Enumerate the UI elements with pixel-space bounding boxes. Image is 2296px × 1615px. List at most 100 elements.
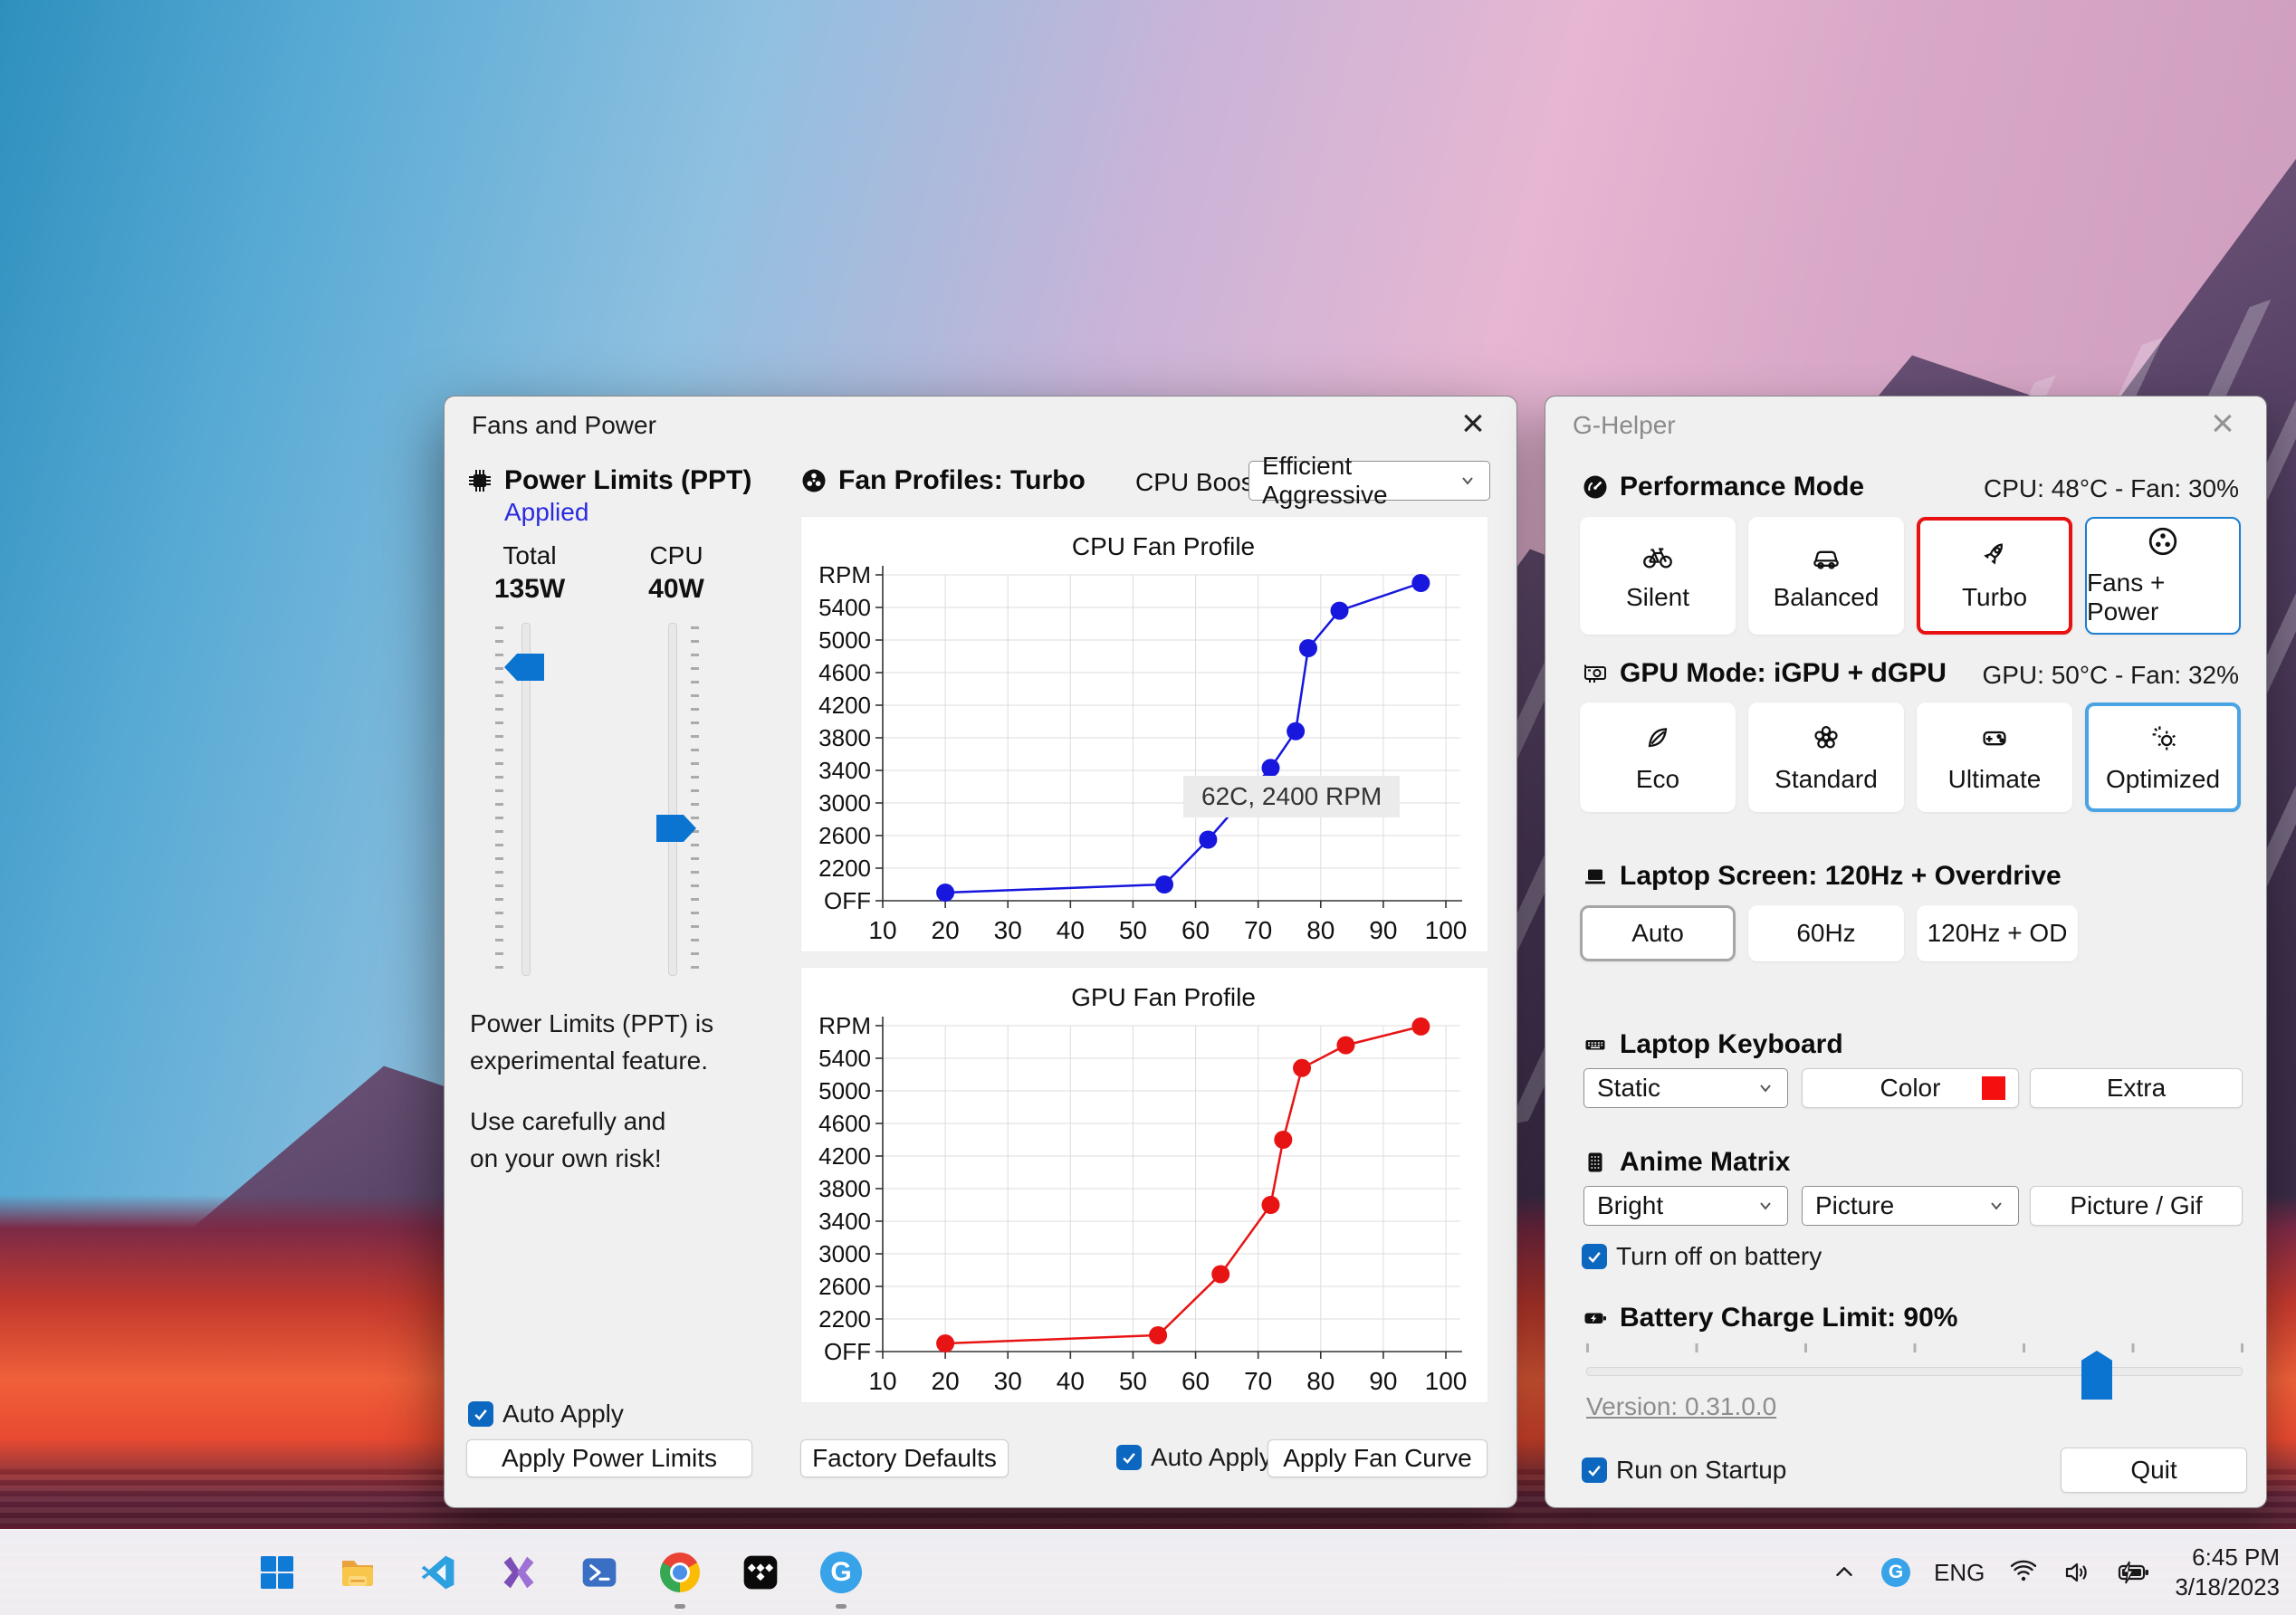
cpu-slider-track[interactable] bbox=[668, 623, 677, 976]
power-auto-apply-checkbox[interactable] bbox=[468, 1401, 493, 1427]
tidal-icon[interactable] bbox=[739, 1551, 782, 1594]
fan-auto-apply-checkbox[interactable] bbox=[1116, 1445, 1142, 1470]
factory-defaults-button[interactable]: Factory Defaults bbox=[800, 1439, 1009, 1477]
svg-text:90: 90 bbox=[1369, 916, 1397, 944]
run-on-startup-row: Run on Startup bbox=[1582, 1456, 1786, 1485]
matrix-icon bbox=[1582, 1149, 1609, 1176]
performance-mode-header: Performance Mode bbox=[1582, 467, 1864, 507]
turn-off-on-battery-checkbox[interactable] bbox=[1582, 1244, 1607, 1269]
mode-button-balanced[interactable]: Balanced bbox=[1748, 517, 1904, 635]
keyboard-mode-select[interactable]: Static bbox=[1583, 1068, 1788, 1108]
svg-text:5000: 5000 bbox=[818, 1077, 871, 1104]
anime-content-select[interactable]: Picture bbox=[1802, 1186, 2019, 1226]
run-on-startup-checkbox[interactable] bbox=[1582, 1457, 1607, 1483]
wifi-icon[interactable] bbox=[2008, 1557, 2039, 1588]
laptop-icon bbox=[1582, 863, 1609, 890]
svg-text:80: 80 bbox=[1306, 1367, 1335, 1395]
svg-text:3000: 3000 bbox=[818, 789, 871, 817]
svg-text:100: 100 bbox=[1425, 1367, 1468, 1395]
gpu-button-optimized[interactable]: Optimized bbox=[2085, 702, 2241, 812]
quit-button[interactable]: Quit bbox=[2061, 1448, 2247, 1493]
cpu-label: CPU bbox=[649, 541, 703, 569]
power-limits-status: Applied bbox=[504, 498, 589, 526]
fan-point-tooltip: 62C, 2400 RPM bbox=[1183, 776, 1401, 817]
taskbar: G G ENG 6:45 PM 3/18/2023 bbox=[0, 1529, 2296, 1615]
svg-text:60: 60 bbox=[1181, 916, 1210, 944]
battery-charge-limit-header: Battery Charge Limit: 90% bbox=[1582, 1298, 1957, 1338]
version-link[interactable]: Version: 0.31.0.0 bbox=[1586, 1392, 1776, 1421]
tray-date: 3/18/2023 bbox=[2175, 1573, 2280, 1601]
file-explorer-icon[interactable] bbox=[336, 1551, 379, 1594]
clock[interactable]: 6:45 PM 3/18/2023 bbox=[2175, 1543, 2280, 1602]
fan-auto-apply-label: Auto Apply bbox=[1151, 1443, 1272, 1471]
svg-text:40: 40 bbox=[1057, 916, 1085, 944]
cpu-boost-select[interactable]: Efficient Aggressive bbox=[1248, 452, 1490, 509]
power-auto-apply-label: Auto Apply bbox=[502, 1400, 624, 1428]
flower-icon bbox=[1810, 721, 1842, 754]
gpu-card-icon bbox=[1582, 660, 1609, 687]
fans-window-title: Fans and Power bbox=[472, 411, 656, 439]
tray-time: 6:45 PM bbox=[2192, 1543, 2280, 1571]
gpu-button-standard[interactable]: Standard bbox=[1748, 702, 1904, 812]
mode-button-silent[interactable]: Silent bbox=[1580, 517, 1736, 635]
gpu-button-eco[interactable]: Eco bbox=[1580, 702, 1736, 812]
battery-tray-icon[interactable] bbox=[2117, 1557, 2151, 1588]
svg-text:40: 40 bbox=[1057, 1367, 1085, 1395]
start-button[interactable] bbox=[255, 1551, 299, 1594]
cpu-slider-ticks bbox=[691, 626, 699, 974]
gauge-icon bbox=[1582, 473, 1609, 501]
gamepad-icon bbox=[1978, 721, 2011, 754]
gpu-button-ultimate[interactable]: Ultimate bbox=[1917, 702, 2072, 812]
cpu-chip-icon bbox=[466, 467, 493, 494]
volume-icon[interactable] bbox=[2062, 1557, 2093, 1588]
fans-close-button[interactable]: × bbox=[1451, 400, 1495, 447]
anime-brightness-select[interactable]: Bright bbox=[1583, 1186, 1788, 1226]
language-indicator[interactable]: ENG bbox=[1934, 1559, 1985, 1587]
svg-text:30: 30 bbox=[994, 1367, 1022, 1395]
battery-slider-track[interactable] bbox=[1586, 1367, 2243, 1376]
keyboard-icon bbox=[1582, 1031, 1609, 1058]
purple-dev-app-icon[interactable] bbox=[497, 1551, 541, 1594]
svg-text:OFF: OFF bbox=[824, 1338, 871, 1365]
gpu-fan-chart[interactable]: GPU Fan Profile RPM 5400 5000 4600 4200 3800 34… bbox=[800, 967, 1488, 1403]
total-slider-handle[interactable] bbox=[504, 654, 544, 681]
power-auto-apply-row: Auto Apply bbox=[468, 1400, 624, 1429]
svg-text:90: 90 bbox=[1369, 1367, 1397, 1395]
anime-picture-gif-button[interactable]: Picture / Gif bbox=[2030, 1186, 2243, 1226]
ghelper-window-title: G-Helper bbox=[1573, 411, 1676, 439]
cpu-boost-label: CPU Boost bbox=[1135, 468, 1261, 496]
gpu-mode-header: GPU Mode: iGPU + dGPU bbox=[1582, 654, 1947, 693]
mode-button-fans-power[interactable]: Fans + Power bbox=[2085, 517, 2241, 635]
svg-text:5400: 5400 bbox=[818, 594, 871, 621]
optimized-gear-icon bbox=[2147, 721, 2179, 754]
mode-button-turbo[interactable]: Turbo bbox=[1917, 517, 2072, 635]
system-tray: G ENG 6:45 PM 3/18/2023 bbox=[1831, 1530, 2280, 1615]
svg-text:10: 10 bbox=[868, 1367, 896, 1395]
apply-fan-curve-button[interactable]: Apply Fan Curve bbox=[1268, 1439, 1488, 1477]
ghelper-close-button[interactable]: × bbox=[2201, 400, 2244, 447]
svg-text:100: 100 bbox=[1425, 916, 1468, 944]
svg-text:20: 20 bbox=[932, 1367, 960, 1395]
ghelper-taskbar-icon[interactable]: G bbox=[819, 1551, 863, 1609]
apply-power-limits-button[interactable]: Apply Power Limits bbox=[466, 1439, 752, 1477]
battery-slider-handle[interactable] bbox=[2081, 1351, 2112, 1400]
chrome-icon[interactable] bbox=[658, 1551, 702, 1609]
fan-icon bbox=[800, 467, 828, 494]
keyboard-color-button[interactable]: Color bbox=[1802, 1068, 2019, 1108]
svg-text:3400: 3400 bbox=[818, 1208, 871, 1235]
ghelper-tray-icon[interactable]: G bbox=[1880, 1558, 1910, 1587]
screen-button-60hz[interactable]: 60Hz bbox=[1748, 905, 1904, 961]
running-indicator bbox=[674, 1604, 685, 1609]
chevron-down-icon bbox=[1987, 1197, 2005, 1215]
screen-button-120hz-od[interactable]: 120Hz + OD bbox=[1917, 905, 2078, 961]
fan-auto-apply-row: Auto Apply bbox=[1116, 1443, 1272, 1472]
gpu-temp-fan-status: GPU: 50°C - Fan: 32% bbox=[1982, 661, 2239, 689]
vscode-icon[interactable] bbox=[416, 1551, 460, 1594]
keyboard-extra-button[interactable]: Extra bbox=[2030, 1068, 2243, 1108]
tray-chevron-up-icon[interactable] bbox=[1831, 1559, 1858, 1586]
screen-button-auto[interactable]: Auto bbox=[1580, 905, 1736, 961]
taskbar-icons: G bbox=[255, 1530, 863, 1615]
anime-matrix-header: Anime Matrix bbox=[1582, 1142, 1790, 1182]
cpu-fan-chart[interactable]: CPU Fan Profile RPM 5400 5000 4600 4200 3800 34… bbox=[800, 516, 1488, 952]
powershell-icon[interactable] bbox=[578, 1551, 621, 1594]
